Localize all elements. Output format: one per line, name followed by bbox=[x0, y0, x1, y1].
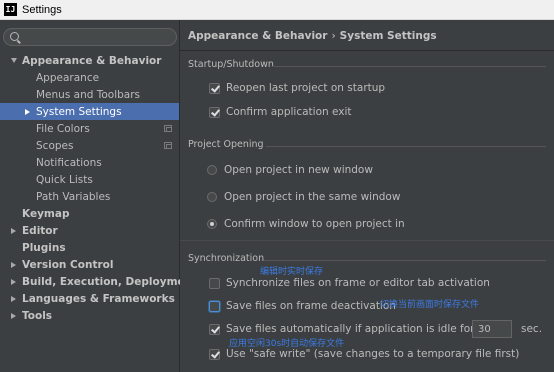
checkbox-box[interactable] bbox=[209, 323, 220, 335]
search-icon bbox=[10, 32, 19, 41]
radio-label: Open project in new window bbox=[224, 164, 373, 176]
sidebar-item-system-settings[interactable]: System Settings bbox=[0, 103, 179, 120]
sidebar-item-label: Version Control bbox=[22, 258, 114, 271]
chevron-right-icon bbox=[11, 227, 16, 234]
sidebar-item-notifications[interactable]: Notifications bbox=[0, 154, 179, 171]
sidebar-item-label: Appearance bbox=[36, 71, 100, 84]
sidebar-item-label: Keymap bbox=[22, 207, 70, 220]
group-title-synchronization: Synchronization bbox=[188, 253, 265, 264]
sidebar-item-label: Tools bbox=[22, 309, 53, 322]
chevron-down-icon bbox=[11, 58, 17, 63]
confirm-exit-checkbox[interactable]: Confirm application exit bbox=[209, 105, 352, 119]
app-icon: IJ bbox=[4, 3, 17, 16]
group-title-startup: Startup/Shutdown bbox=[188, 59, 274, 70]
sidebar-item-languages-frameworks[interactable]: Languages & Frameworks bbox=[0, 290, 179, 307]
annotation-note: 切换当前画面时保存文件 bbox=[380, 300, 480, 310]
project-settings-icon bbox=[164, 142, 172, 149]
checkbox-label: Confirm application exit bbox=[226, 106, 352, 118]
sidebar-item-label: Scopes bbox=[36, 139, 74, 152]
checkbox-label: Save files on frame deactivation bbox=[226, 300, 396, 312]
sidebar-item-quick-lists[interactable]: Quick Lists bbox=[0, 171, 179, 188]
checkbox-box[interactable] bbox=[209, 82, 220, 94]
sidebar-item-build-execution[interactable]: Build, Execution, Deployment bbox=[0, 273, 197, 290]
search-input[interactable] bbox=[24, 30, 174, 44]
window-title: Settings bbox=[22, 3, 62, 16]
radio-confirm-window[interactable]: Confirm window to open project in bbox=[207, 217, 405, 231]
settings-sidebar: Appearance & Behavior Appearance Menus a… bbox=[0, 20, 197, 372]
sidebar-item-appearance-behavior[interactable]: Appearance & Behavior bbox=[0, 52, 179, 69]
search-box[interactable] bbox=[3, 28, 177, 46]
chevron-right-icon bbox=[11, 261, 16, 268]
sidebar-item-label: File Colors bbox=[36, 122, 90, 135]
group-title-project-opening: Project Opening bbox=[188, 139, 264, 150]
sidebar-item-path-variables[interactable]: Path Variables bbox=[0, 188, 179, 205]
sidebar-item-label: Quick Lists bbox=[36, 173, 93, 186]
sidebar-item-label: Plugins bbox=[22, 241, 66, 254]
header-divider bbox=[180, 50, 554, 51]
breadcrumb-parent[interactable]: Appearance & Behavior bbox=[188, 30, 327, 42]
save-on-idle-checkbox[interactable]: Save files automatically if application … bbox=[209, 322, 475, 336]
breadcrumb: Appearance & Behavior › System Settings bbox=[188, 30, 437, 42]
sidebar-item-scopes[interactable]: Scopes bbox=[0, 137, 179, 154]
sidebar-item-label: Build, Execution, Deployment bbox=[22, 275, 198, 288]
radio-label: Confirm window to open project in bbox=[224, 218, 405, 230]
sidebar-item-keymap[interactable]: Keymap bbox=[0, 205, 179, 222]
sidebar-item-label: Appearance & Behavior bbox=[22, 54, 162, 67]
idle-unit-label: sec. bbox=[521, 323, 543, 335]
chevron-right-icon bbox=[11, 295, 16, 302]
sync-files-checkbox[interactable]: Synchronize files on frame or editor tab… bbox=[209, 276, 490, 290]
sidebar-item-label: Notifications bbox=[36, 156, 102, 169]
sidebar-item-version-control[interactable]: Version Control bbox=[0, 256, 179, 273]
sidebar-item-editor[interactable]: Editor bbox=[0, 222, 179, 239]
sidebar-item-label: Editor bbox=[22, 224, 58, 237]
radio-button[interactable] bbox=[207, 165, 217, 175]
radio-open-new-window[interactable]: Open project in new window bbox=[207, 163, 373, 177]
project-settings-icon bbox=[164, 125, 172, 132]
sidebar-item-label: Menus and Toolbars bbox=[36, 88, 141, 101]
safe-write-checkbox[interactable]: Use "safe write" (save changes to a temp… bbox=[209, 347, 519, 361]
checkbox-label: Use "safe write" (save changes to a temp… bbox=[226, 348, 520, 360]
radio-button[interactable] bbox=[207, 219, 217, 229]
radio-button[interactable] bbox=[207, 192, 217, 202]
sidebar-item-plugins[interactable]: Plugins bbox=[0, 239, 179, 256]
chevron-right-icon bbox=[11, 278, 16, 285]
checkbox-label: Save files automatically if application … bbox=[226, 323, 475, 335]
checkbox-label: Synchronize files on frame or editor tab… bbox=[226, 277, 490, 289]
checkbox-box[interactable] bbox=[209, 106, 220, 118]
checkbox-label: Reopen last project on startup bbox=[226, 82, 386, 94]
reopen-last-project-checkbox[interactable]: Reopen last project on startup bbox=[209, 81, 385, 95]
radio-open-same-window[interactable]: Open project in the same window bbox=[207, 190, 400, 204]
breadcrumb-current: System Settings bbox=[339, 30, 437, 42]
idle-seconds-input[interactable] bbox=[472, 320, 512, 338]
checkbox-box[interactable] bbox=[209, 300, 220, 312]
checkbox-box[interactable] bbox=[209, 348, 220, 360]
group-divider bbox=[272, 66, 546, 67]
sidebar-item-label: Languages & Frameworks bbox=[22, 292, 175, 305]
sidebar-item-menus-toolbars[interactable]: Menus and Toolbars bbox=[0, 86, 179, 103]
radio-label: Open project in the same window bbox=[224, 191, 401, 203]
settings-content: Appearance & Behavior › System Settings St… bbox=[180, 20, 554, 372]
breadcrumb-separator: › bbox=[331, 30, 336, 42]
section-divider bbox=[180, 240, 554, 241]
checkbox-box[interactable] bbox=[209, 277, 220, 289]
chevron-right-icon bbox=[11, 312, 16, 319]
sidebar-item-label: Path Variables bbox=[36, 190, 111, 203]
group-divider bbox=[264, 260, 546, 261]
title-bar: IJ Settings bbox=[0, 0, 554, 20]
sidebar-item-label: System Settings bbox=[36, 105, 122, 118]
save-on-deactivation-checkbox[interactable]: Save files on frame deactivation bbox=[209, 299, 396, 313]
chevron-right-icon bbox=[25, 108, 30, 115]
sidebar-item-appearance[interactable]: Appearance bbox=[0, 69, 179, 86]
group-divider bbox=[266, 146, 546, 147]
sidebar-item-tools[interactable]: Tools bbox=[0, 307, 179, 324]
sidebar-item-file-colors[interactable]: File Colors bbox=[0, 120, 179, 137]
